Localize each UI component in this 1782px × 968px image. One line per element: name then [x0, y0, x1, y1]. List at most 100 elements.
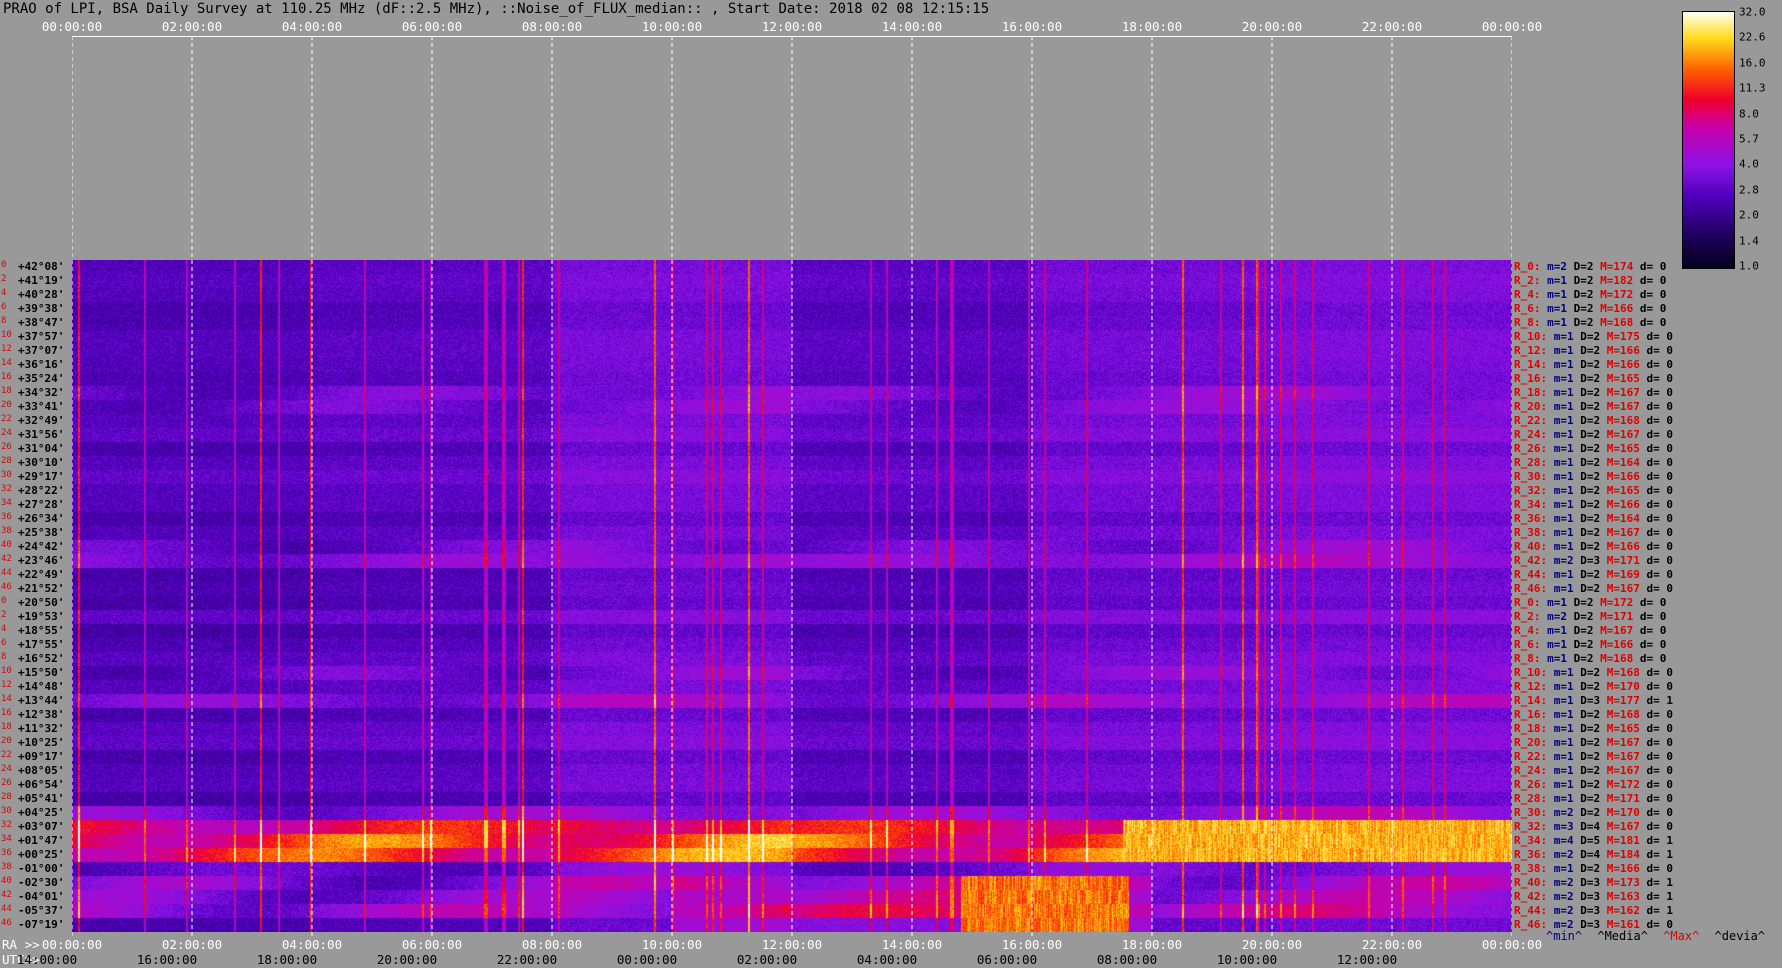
beam-name: R_8: — [1514, 652, 1541, 665]
beam-index: 28 — [1, 456, 12, 466]
declination-value: +03°07' — [18, 820, 65, 833]
stat-median: D=2 — [1580, 680, 1601, 693]
stat-median: D=2 — [1580, 386, 1601, 399]
beam-stat-row: R_12: m=1 D=2 M=166 d= 0 — [1514, 344, 1673, 358]
stat-min: m=3 — [1553, 820, 1574, 833]
beam-name: R_30: — [1514, 806, 1548, 819]
colorbar-tick-label: 22.6 — [1739, 30, 1766, 44]
stat-min: m=1 — [1547, 596, 1567, 609]
stat-median: D=2 — [1580, 512, 1601, 525]
stat-median: D=2 — [1573, 288, 1594, 301]
declination-value: +21°52' — [18, 582, 65, 595]
stat-max: M=177 — [1606, 694, 1640, 707]
stat-max: M=166 — [1600, 638, 1634, 651]
stat-deviation: d= 0 — [1646, 666, 1674, 679]
utc-time-label: 10:00:00 — [1216, 952, 1278, 967]
declination-row: 6 +17°55' — [0, 638, 72, 652]
stat-median: D=2 — [1573, 274, 1594, 287]
stat-deviation: d= 0 — [1646, 680, 1674, 693]
stat-deviation: d= 0 — [1646, 750, 1674, 763]
stat-deviation: d= 1 — [1646, 834, 1674, 847]
stat-deviation: d= 0 — [1639, 638, 1667, 651]
beam-stat-row: R_22: m=1 D=2 M=168 d= 0 — [1514, 414, 1673, 428]
declination-row: 26 +31°04' — [0, 442, 72, 456]
stat-min: m=1 — [1547, 652, 1567, 665]
stat-min: m=1 — [1547, 274, 1567, 287]
stat-deviation: d= 1 — [1646, 848, 1674, 861]
stat-median: D=2 — [1573, 302, 1594, 315]
declination-row: 22 +09°17' — [0, 750, 72, 764]
beam-name: R_4: — [1514, 288, 1541, 301]
beam-name: R_44: — [1514, 904, 1548, 917]
stat-min: m=1 — [1553, 456, 1574, 469]
stat-deviation: d= 0 — [1646, 582, 1674, 595]
colorbar-tick-label: 32.0 — [1739, 5, 1766, 19]
declination-value: +16°52' — [18, 652, 65, 665]
beam-name: R_16: — [1514, 372, 1548, 385]
beam-stat-row: R_34: m=1 D=2 M=166 d= 0 — [1514, 498, 1673, 512]
stat-median: D=2 — [1580, 568, 1601, 581]
stat-median: D=2 — [1580, 372, 1601, 385]
declination-value: +22°49' — [18, 568, 65, 581]
stat-median: D=2 — [1580, 792, 1601, 805]
stat-median: D=2 — [1580, 330, 1601, 343]
beam-name: R_24: — [1514, 764, 1548, 777]
stat-deviation: d= 0 — [1646, 708, 1674, 721]
stat-deviation: d= 0 — [1646, 484, 1674, 497]
stat-median: D=2 — [1580, 666, 1601, 679]
colorbar-tick-label: 5.7 — [1739, 132, 1759, 146]
stat-median: D=2 — [1573, 316, 1594, 329]
utc-time-label: 02:00:00 — [736, 952, 798, 967]
stat-min: m=2 — [1553, 876, 1574, 889]
declination-row: 38 +25°38' — [0, 526, 72, 540]
stat-median: D=2 — [1580, 526, 1601, 539]
beam-stat-row: R_28: m=1 D=2 M=164 d= 0 — [1514, 456, 1673, 470]
beam-stat-row: R_20: m=1 D=2 M=167 d= 0 — [1514, 400, 1673, 414]
beam-stat-row: R_42: m=2 D=3 M=171 d= 0 — [1514, 554, 1673, 568]
beam-name: R_12: — [1514, 344, 1548, 357]
stat-deviation: d= 0 — [1646, 400, 1674, 413]
stat-max: M=165 — [1606, 484, 1640, 497]
beam-index: 14 — [1, 358, 12, 368]
declination-row: 22 +32°49' — [0, 414, 72, 428]
declination-value: +32°49' — [18, 414, 65, 427]
legend-media: ^Media^ — [1597, 929, 1648, 943]
declination-value: +00°25' — [18, 848, 65, 861]
declination-value: +04°25' — [18, 806, 65, 819]
stat-min: m=1 — [1547, 302, 1567, 315]
beam-stat-row: R_22: m=1 D=2 M=167 d= 0 — [1514, 750, 1673, 764]
declination-value: +09°17' — [18, 750, 65, 763]
stat-max: M=167 — [1600, 624, 1634, 637]
declination-row: 44 -05°37' — [0, 904, 72, 918]
stat-max: M=170 — [1606, 806, 1640, 819]
declination-row: 20 +10°25' — [0, 736, 72, 750]
declination-value: +11°32' — [18, 722, 65, 735]
ra-time-label: 06:00:00 — [401, 937, 463, 952]
beam-index: 42 — [1, 890, 12, 900]
beam-name: R_10: — [1514, 666, 1548, 679]
top-time-label: 16:00:00 — [1001, 19, 1063, 34]
declination-value: +01°47' — [18, 834, 65, 847]
stat-deviation: d= 0 — [1646, 330, 1674, 343]
beam-index: 24 — [1, 428, 12, 438]
beam-name: R_0: — [1514, 596, 1541, 609]
declination-row: 2 +41°19' — [0, 274, 72, 288]
beam-name: R_14: — [1514, 358, 1548, 371]
beam-name: R_4: — [1514, 624, 1541, 637]
stat-max: M=168 — [1600, 316, 1634, 329]
stat-min: m=1 — [1553, 708, 1574, 721]
beam-stat-row: R_26: m=1 D=2 M=165 d= 0 — [1514, 442, 1673, 456]
stat-deviation: d= 0 — [1639, 316, 1667, 329]
stat-deviation: d= 0 — [1639, 302, 1667, 315]
stat-min: m=1 — [1547, 638, 1567, 651]
stat-median: D=2 — [1580, 764, 1601, 777]
declination-value: +41°19' — [18, 274, 65, 287]
beam-index: 16 — [1, 372, 12, 382]
declination-row: 8 +38°47' — [0, 316, 72, 330]
stat-max: M=174 — [1600, 260, 1634, 273]
beam-name: R_2: — [1514, 610, 1541, 623]
stat-max: M=171 — [1606, 554, 1640, 567]
beam-name: R_32: — [1514, 820, 1548, 833]
declination-row: 18 +11°32' — [0, 722, 72, 736]
beam-stat-row: R_24: m=1 D=2 M=167 d= 0 — [1514, 764, 1673, 778]
